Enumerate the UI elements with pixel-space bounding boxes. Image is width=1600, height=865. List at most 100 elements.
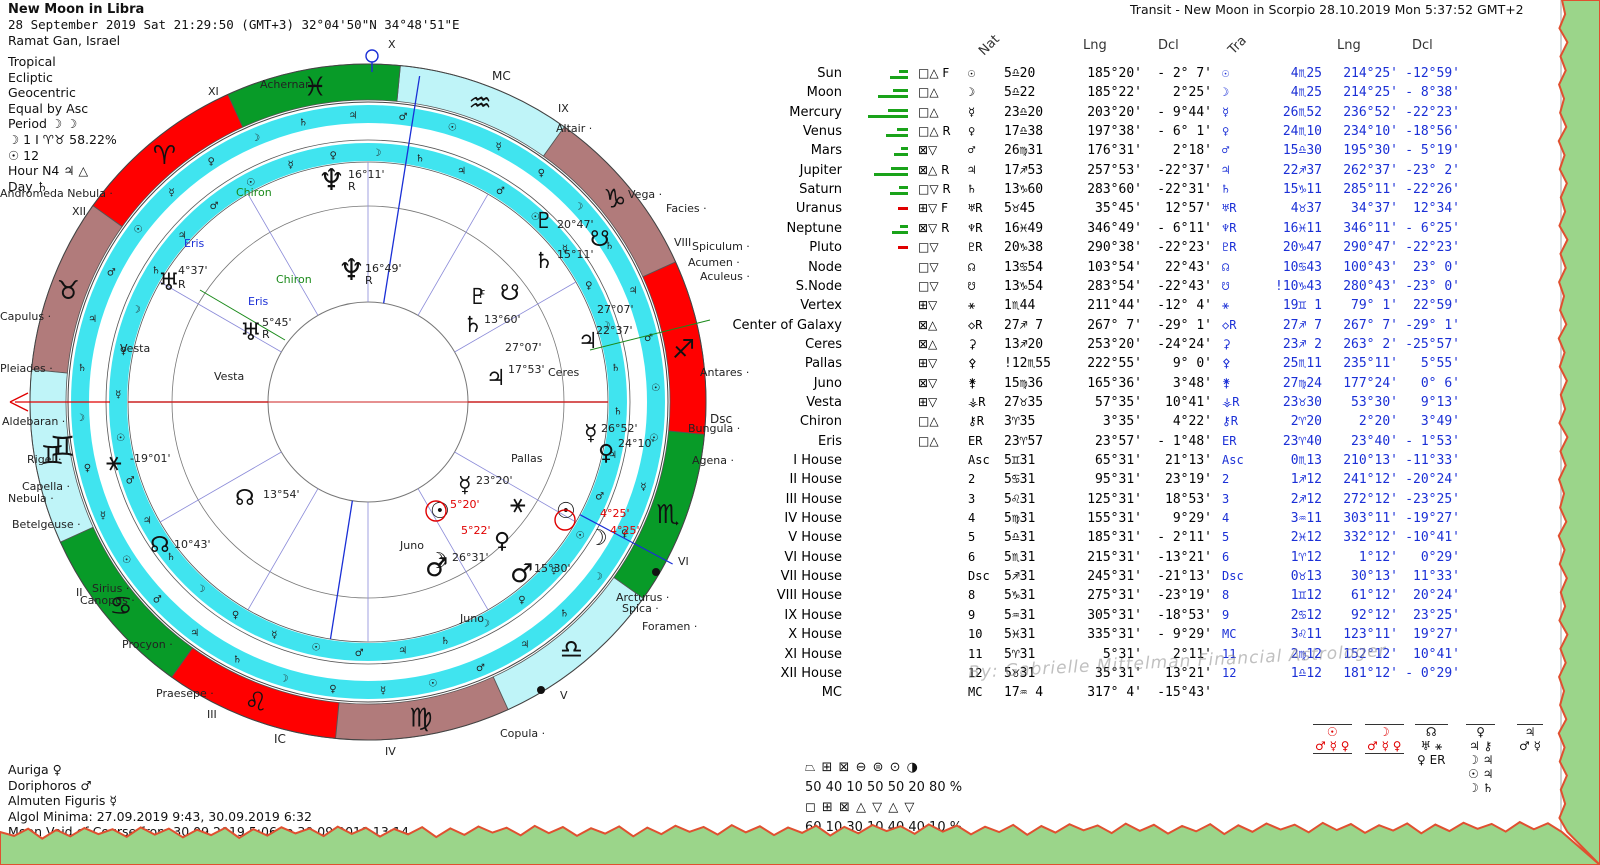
row-position: 23♎20 [1004,104,1044,120]
row-declination: 2°25' [1172,85,1212,101]
row-name: Chiron [799,414,842,430]
row-longitude: 185°22' [1087,85,1142,101]
row-aspects: ⊠△ [918,317,938,332]
row-transit-declination: 10°41' [1413,646,1460,662]
row-name: Uranus [795,201,842,217]
row-position: 5♍31 [1004,511,1036,527]
mc-marker [365,49,379,63]
row-position: 5♒31 [1004,607,1036,623]
row-transit-longitude: 34°37' [1351,201,1398,217]
row-transit-position: 2♐12 [1290,491,1322,507]
row-aspects: □▽ [918,240,939,255]
row-longitude: 185°20' [1087,66,1142,81]
house-numeral: IV [385,745,396,758]
row-name: III House [785,491,842,507]
row-transit-longitude: 272°12' [1343,491,1398,507]
strength-bar [892,230,908,234]
row-transit-longitude: 263° 2' [1343,336,1398,352]
row-transit-symbol: ☉ [1222,66,1230,80]
row-aspects: □△ [918,433,939,448]
row-name: Ceres [805,336,842,352]
row-longitude: 103°54' [1087,259,1142,275]
row-transit-declination: -20°24' [1405,472,1460,488]
strength-bar [894,153,908,157]
star-label: Copula · [500,727,545,740]
row-transit-declination: -23° 2' [1405,162,1460,178]
row-name: Sun [817,66,842,81]
row-position: 5♏31 [1004,549,1036,565]
row-position: 27♐ 7 [1004,317,1044,333]
row-longitude: 125°31' [1087,491,1142,507]
row-transit-position: 23♉30 [1282,394,1322,410]
row-symbol: ER [968,433,983,448]
row-transit-symbol: Dsc [1222,569,1244,584]
row-declination: - 9°44' [1157,104,1212,120]
row-symbol: ⚶R [968,394,986,409]
ruler-col-moon: ☽ ♂ ☿ ♀ [1365,724,1404,754]
row-transit-longitude: 303°11' [1343,511,1398,527]
row-position: 17♎38 [1004,124,1044,140]
row-name: X House [788,627,842,643]
row-aspects: ⊞▽ F [918,201,948,216]
row-position: 13♑60 [1004,182,1044,198]
row-transit-longitude: 1°12' [1358,549,1398,565]
row-transit-symbol: 9 [1222,607,1230,622]
row-symbol: 5 [968,530,976,545]
row-transit-position: 1♐12 [1290,472,1322,488]
row-name: MC [821,685,842,701]
row-declination: -12° 4' [1157,298,1212,314]
row-declination: -22°23' [1157,240,1212,256]
ic-label: IC [274,732,286,746]
stats-row2-labels: ◻ ⊞ ⊠ △ ▽ △ ▽ [805,800,916,815]
row-transit-position: 1♊12 [1290,588,1322,604]
row-transit-longitude: 2°20' [1358,414,1398,430]
row-longitude: 23°57' [1095,433,1142,449]
row-name: XI House [784,646,842,662]
row-transit-position: 0♏13 [1290,453,1322,468]
row-transit-symbol: 6 [1222,549,1230,564]
row-longitude: 57°35' [1095,394,1142,410]
row-longitude: 257°53' [1087,162,1142,178]
row-name: II House [789,472,842,488]
row-transit-position: 1♈12 [1290,549,1322,565]
row-declination: -15°43' [1157,685,1212,701]
row-name: Eris [818,433,842,449]
row-transit-longitude: 30°13' [1351,569,1398,585]
row-symbol: 3 [968,491,976,506]
row-position: 13♐20 [1004,336,1044,352]
row-transit-symbol: ♇R [1222,240,1237,255]
row-name: Pluto [809,240,842,256]
row-transit-longitude: 210°13' [1343,453,1398,468]
row-declination: -23°19' [1157,588,1212,604]
row-transit-position: 10♋43 [1282,259,1322,275]
row-transit-declination: - 1°53' [1405,433,1460,449]
ruler-col-node: ☊ ♅ ⚹ ♀ ER [1415,724,1448,767]
row-transit-declination: 0° 6' [1420,375,1460,391]
row-transit-position: 3♒11 [1290,511,1322,527]
row-declination: -18°53' [1157,607,1212,623]
row-longitude: 3°35' [1102,414,1142,430]
row-declination: - 6°11' [1157,220,1212,236]
row-transit-symbol: ☽ [1222,85,1230,100]
row-transit-longitude: 177°24' [1343,375,1398,391]
row-name: Pallas [804,356,842,372]
row-transit-symbol: ⚹ [1222,298,1230,313]
row-aspects: □▽ [918,278,939,293]
row-transit-position: 27♐ 7 [1282,317,1322,333]
row-transit-symbol: ☋ [1222,278,1230,293]
row-name: Juno [813,375,842,391]
strength-bar [874,172,908,176]
strength-bar [893,89,908,93]
row-symbol: 6 [968,549,976,564]
row-symbol: MC [968,685,983,700]
row-transit-longitude: 181°12' [1343,665,1398,681]
row-aspects: □△ [918,104,939,119]
row-transit-declination: 11°33' [1413,569,1460,585]
row-transit-declination: -29° 1' [1405,317,1460,333]
row-longitude: 267° 7' [1087,317,1142,333]
row-transit-position: 4♉37 [1290,201,1322,217]
app-window: New Moon in Libra 28 September 2019 Sat … [0,0,1562,838]
row-name: Node [808,259,842,275]
row-longitude: 275°31' [1087,588,1142,604]
row-aspects: □▽ R [918,182,951,197]
